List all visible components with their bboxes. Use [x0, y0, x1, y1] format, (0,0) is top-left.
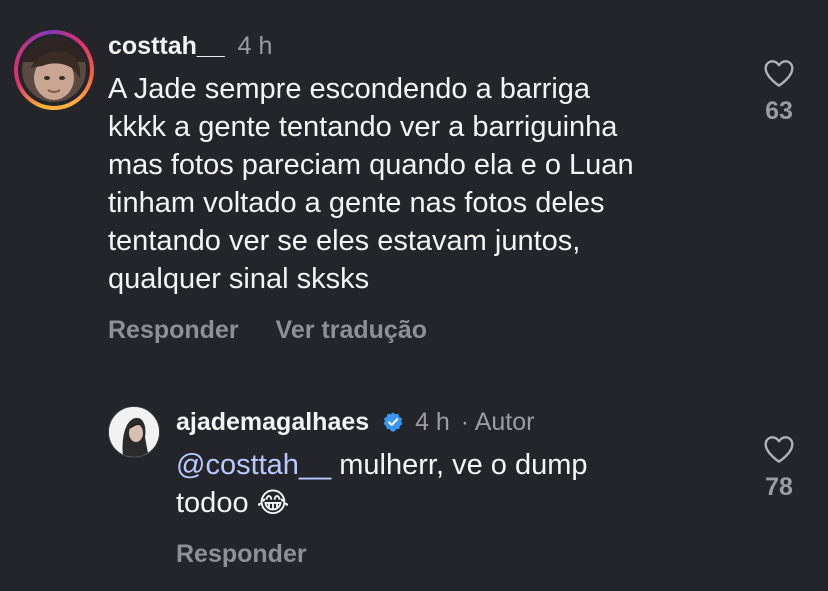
comment-actions: Responder Ver tradução	[108, 316, 457, 345]
author-label: · Autor	[460, 408, 535, 436]
username[interactable]: ajademagalhaes	[176, 408, 369, 436]
comment-line: tinham voltado a gente nas fotos deles	[108, 187, 605, 219]
laughing-emoji-icon: 😂	[256, 486, 290, 519]
reply-text: @costtah__ mulherr, ve o dump todoo 😂	[176, 446, 736, 522]
like-count: 63	[765, 97, 793, 125]
comment-line: A Jade sempre escondendo a barriga	[108, 73, 591, 105]
comment-header: costtah__ 4 h	[108, 32, 272, 61]
reply-line: todoo 😂	[176, 484, 736, 522]
reply-line: @costtah__ mulherr, ve o dump	[176, 446, 736, 484]
comment-line: qualquer sinal sksks	[108, 263, 370, 295]
comment-line: kkkk a gente tentando ver a barriguinha	[108, 111, 618, 143]
timestamp: 4 h	[415, 408, 450, 436]
username[interactable]: costtah__	[108, 32, 225, 60]
comment-line: tentando ver se eles estavam juntos,	[108, 225, 581, 257]
reply-text-part: mulherr, ve o dump	[331, 449, 588, 481]
like-button[interactable]: 63	[749, 58, 809, 126]
avatar-story-ring[interactable]	[14, 30, 94, 110]
reply-text-part: todoo	[176, 487, 249, 519]
avatar[interactable]	[108, 406, 160, 458]
reply-actions: Responder	[176, 540, 337, 569]
heart-icon	[764, 60, 794, 87]
translate-button[interactable]: Ver tradução	[276, 316, 427, 344]
comment-line: mas fotos pareciam quando ela e o Luan	[108, 149, 634, 181]
heart-icon	[764, 436, 794, 463]
reply-button[interactable]: Responder	[176, 540, 307, 568]
avatar	[22, 38, 86, 102]
like-count: 78	[765, 473, 793, 501]
mention-link[interactable]: @costtah__	[176, 449, 331, 481]
comment-text: A Jade sempre escondendo a barriga kkkk …	[108, 70, 728, 298]
reply-header: ajademagalhaes 4 h · Autor	[176, 408, 534, 437]
reply-button[interactable]: Responder	[108, 316, 239, 344]
timestamp: 4 h	[237, 32, 273, 60]
like-button[interactable]: 78	[749, 434, 809, 502]
verified-badge-icon	[383, 412, 403, 432]
